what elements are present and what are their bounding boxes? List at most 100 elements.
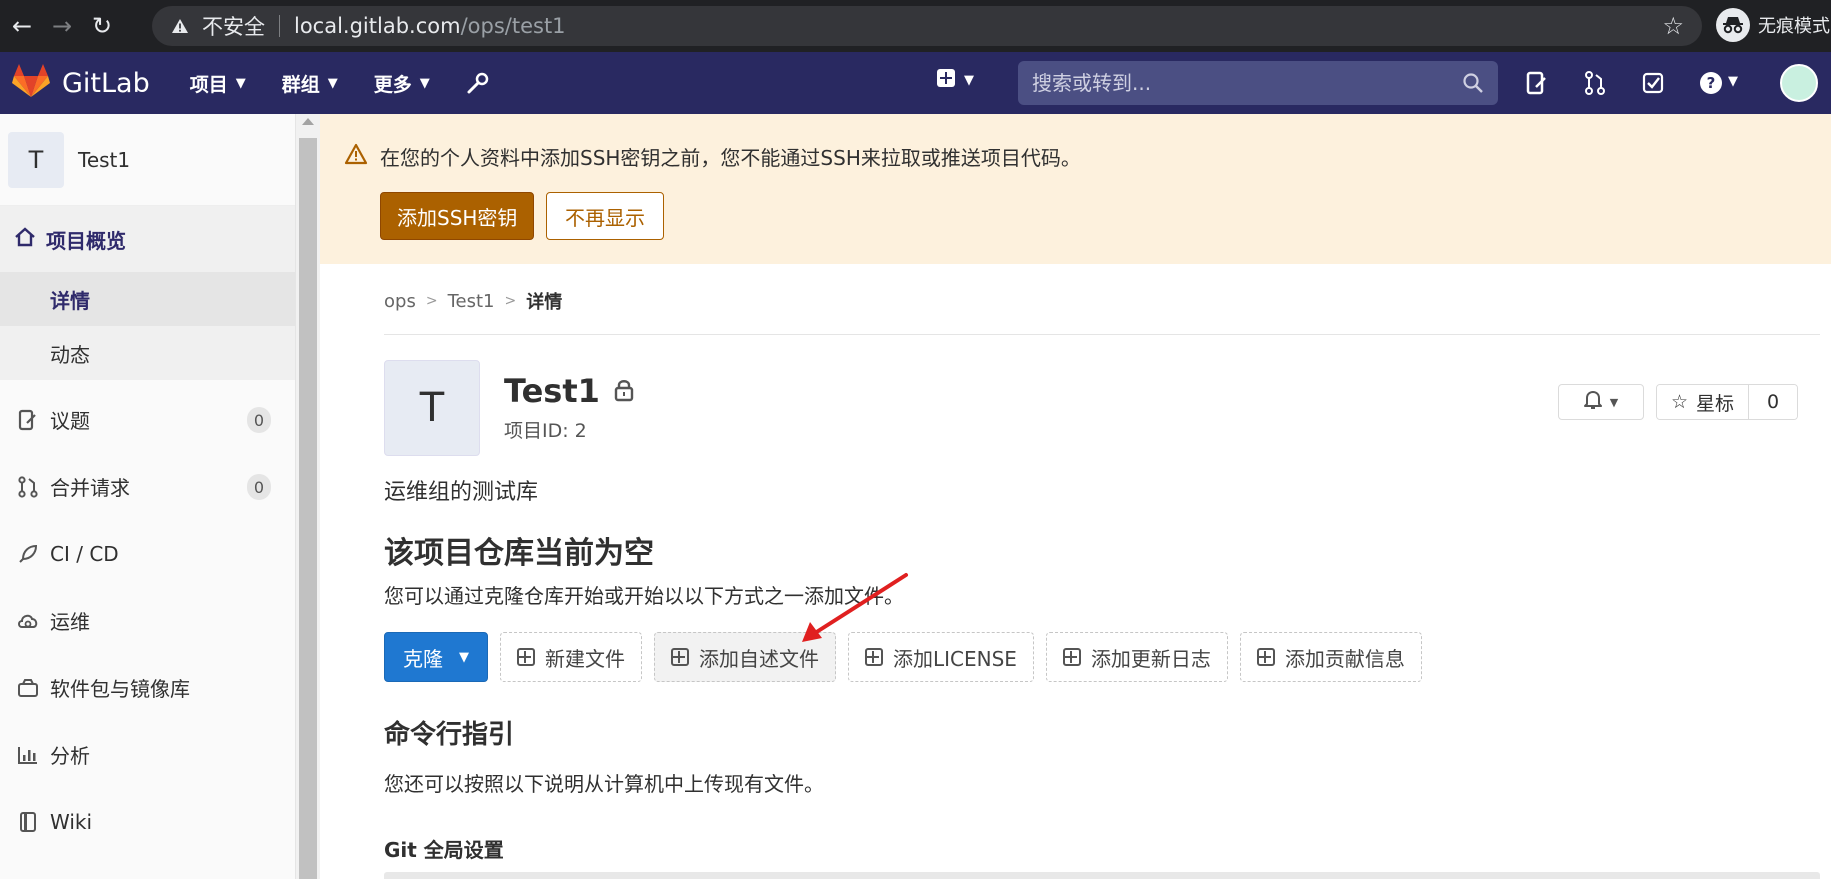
count-badge: 0 [246,407,271,433]
button-label: 新建文件 [545,646,625,671]
home-icon [14,226,36,252]
chevron-down-icon: ▼ [235,75,246,91]
scrollbar-thumb[interactable] [299,138,317,879]
new-file-button[interactable]: 新建文件 [500,632,642,682]
chevron-down-icon: ▼ [419,75,430,91]
sidebar-scrollbar[interactable] [296,114,320,879]
clone-label: 克隆 [403,646,443,671]
incognito-indicator[interactable]: 无痕模式 [1716,8,1830,42]
breadcrumb: ops > Test1 > 详情 [384,288,562,314]
chevron-down-icon: ▼ [459,649,469,665]
project-title: Test1 [504,372,600,410]
top-nav: 项目 ▼ 群组 ▼ 更多 ▼ [190,70,526,97]
project-name: Test1 [78,147,131,172]
code-block [384,872,1820,879]
sidebar-item-operations[interactable]: 运维 [0,587,295,654]
todo-icon[interactable] [1636,66,1670,100]
notification-dropdown[interactable]: ▼ [1558,384,1644,420]
plus-square-icon [936,68,956,92]
sidebar-project-header[interactable]: T Test1 [0,114,295,206]
star-label: 星标 [1696,392,1735,415]
back-icon[interactable]: ← [4,8,40,44]
chevron-down-icon: ▼ [1609,395,1619,409]
sidebar-item-label: 运维 [50,610,90,634]
star-icon: ☆ [1671,391,1689,413]
url-host: local.gitlab.com [294,14,461,38]
cli-heading: 命令行指引 [384,720,515,750]
breadcrumb-current[interactable]: 详情 [526,288,562,314]
dismiss-button[interactable]: 不再显示 [546,192,664,240]
project-avatar-large: T [384,360,480,456]
nav-projects[interactable]: 项目 ▼ [190,70,246,97]
merge-request-icon[interactable] [1578,66,1612,100]
admin-wrench-icon[interactable] [466,71,490,95]
nav-groups-label: 群组 [281,73,320,96]
user-avatar[interactable] [1780,64,1818,102]
banner-text: 在您的个人资料中添加SSH密钥之前，您不能通过SSH来拉取或推送项目代码。 [380,146,1081,170]
chevron-down-icon: ▼ [964,72,974,88]
url-path: /ops/test1 [460,14,566,38]
gitlab-header: GitLab 项目 ▼ 群组 ▼ 更多 ▼ ▼ ? ▼ [0,52,1831,114]
warning-icon [170,16,190,36]
clone-dropdown-button[interactable]: 克隆 ▼ [384,632,488,682]
sidebar-item-label: CI / CD [50,541,119,566]
sidebar-item-label: 合并请求 [50,476,130,500]
scroll-up-icon[interactable] [302,118,314,125]
chevron-down-icon[interactable]: ▼ [1728,74,1738,89]
incognito-label: 无痕模式 [1758,16,1830,37]
sidebar-item-analytics[interactable]: 分析 [0,721,295,788]
nav-more[interactable]: 更多 ▼ [374,70,430,97]
header-shortcuts: ? [1520,66,1752,100]
breadcrumb-project[interactable]: Test1 [448,291,495,312]
plus-square-icon [517,648,535,666]
new-item-dropdown[interactable]: ▼ [936,68,974,92]
nav-projects-label: 项目 [189,73,228,96]
bell-icon [1583,390,1602,414]
git-global-setup-heading: Git 全局设置 [384,838,504,862]
star-count[interactable]: 0 [1749,385,1798,419]
chart-icon [14,745,42,765]
cli-text: 您还可以按照以下说明从计算机中上传现有文件。 [384,772,824,796]
project-description: 运维组的测试库 [384,480,539,505]
chevron-right-icon: > [425,293,438,309]
sidebar-item-packages[interactable]: 软件包与镜像库 [0,654,295,721]
search-icon [1462,72,1484,98]
gitlab-home-link[interactable]: GitLab [12,64,150,102]
sidebar-item-overview[interactable]: 项目概览 [0,206,295,272]
project-sidebar: T Test1 项目概览 详情 动态 议题 0 合并请求 0 CI / CD 运… [0,114,296,879]
sidebar-subitem-activity[interactable]: 动态 [0,326,295,380]
plus-square-icon [671,648,689,666]
browser-toolbar: ← → ↻ 不安全 local.gitlab.com/ops/test1 ☆ 无… [0,0,1831,52]
svg-text:?: ? [1707,74,1716,92]
search-box[interactable] [1018,61,1498,105]
ssh-key-warning-banner: 在您的个人资料中添加SSH密钥之前，您不能通过SSH来拉取或推送项目代码。 添加… [320,114,1831,264]
sidebar-item-wiki[interactable]: Wiki [0,788,295,855]
url-text: local.gitlab.com/ops/test1 [294,14,566,38]
sidebar-subitem-details[interactable]: 详情 [0,272,295,326]
star-toggle[interactable]: ☆ 星标 [1657,385,1750,419]
sidebar-item-issues[interactable]: 议题 0 [0,386,295,453]
plus-square-icon [1062,648,1081,666]
gitlab-logo-icon [12,64,50,102]
search-input[interactable] [1032,71,1452,95]
button-label: 添加LICENSE [893,646,1017,671]
help-icon[interactable]: ? [1694,66,1728,100]
bookmark-star-icon[interactable]: ☆ [1662,12,1684,40]
chevron-right-icon: > [504,293,517,309]
add-ssh-key-button[interactable]: 添加SSH密钥 [380,192,535,240]
nav-groups[interactable]: 群组 ▼ [282,70,338,97]
sidebar-item-label: 议题 [50,409,90,433]
nav-more-label: 更多 [373,73,412,96]
address-bar[interactable]: 不安全 local.gitlab.com/ops/test1 ☆ [152,6,1702,46]
project-id: 项目ID: 2 [504,420,587,442]
add-changelog-button[interactable]: 添加更新日志 [1045,632,1228,682]
forward-icon[interactable]: → [44,8,80,44]
breadcrumb-group[interactable]: ops [384,291,416,312]
star-button[interactable]: ☆ 星标 0 [1656,384,1799,420]
issues-icon[interactable] [1520,66,1554,100]
add-contributing-button[interactable]: 添加贡献信息 [1239,632,1422,682]
sidebar-item-label: 项目概览 [46,228,126,253]
sidebar-item-cicd[interactable]: CI / CD [0,520,295,587]
reload-icon[interactable]: ↻ [84,8,120,44]
sidebar-item-merge-requests[interactable]: 合并请求 0 [0,453,295,520]
